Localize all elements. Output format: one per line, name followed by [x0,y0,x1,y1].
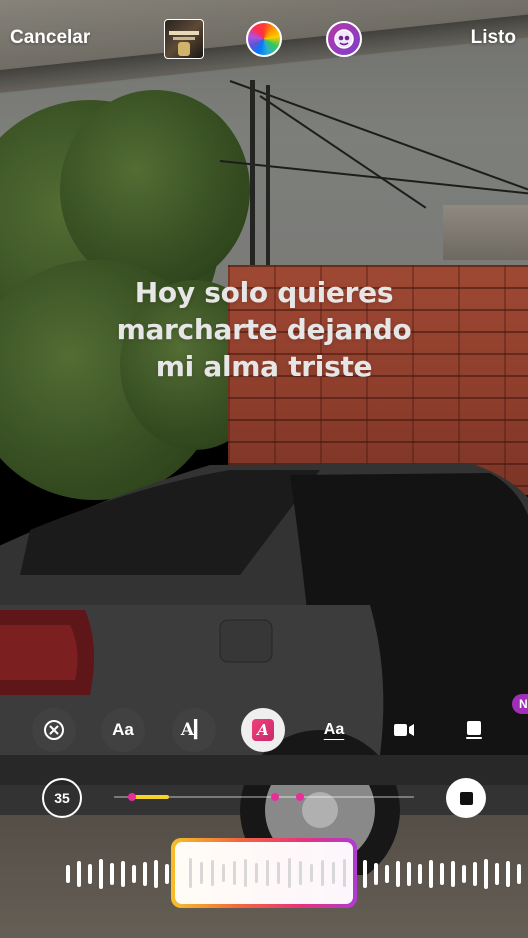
lyrics-style-toolbar: Aa A▎ A Aa [0,708,528,754]
waveform-bar [484,859,488,889]
waveform-bar [255,863,258,883]
waveform-bar [332,862,335,884]
waveform-bar [88,864,92,884]
waveform-bar [374,863,378,885]
waveform-bar [154,860,158,888]
waveform-bar [451,861,455,887]
waveform-bar [132,865,136,883]
style-video-button[interactable] [382,708,426,752]
clip-selector[interactable] [171,838,357,908]
waveform-bar [200,862,203,884]
face-sticker-icon[interactable] [326,21,362,57]
waveform-bar [310,864,313,882]
waveform-bar [418,864,422,884]
video-card-icon [394,724,414,736]
cancel-button[interactable]: Cancelar [10,27,90,49]
text-style-icon: Aa [112,720,134,739]
style-active-button[interactable]: A [241,708,285,752]
waveform-bar [288,858,291,888]
waveform-bar [165,864,169,884]
waveform-bar [429,860,433,888]
waveform-bar [211,860,214,886]
style-ai-button[interactable]: A▎ [172,708,216,752]
clip-selector-window [175,842,353,904]
style-aa-small-button[interactable]: Aa [101,708,145,752]
waveform-bar [299,861,302,885]
waveform-bar [189,858,192,888]
waveform-bar [66,865,70,883]
segment-marker[interactable] [271,793,279,801]
waveform-bar [222,864,225,882]
waveform-bar [121,861,125,887]
waveform-bar [77,861,81,887]
album-cover-icon[interactable] [164,19,204,59]
waveform-bar [143,862,147,886]
lyrics-overlay[interactable]: Hoy solo quieres marcharte dejando mi al… [0,274,528,385]
waveform-bar [277,862,280,884]
style-card-button[interactable] [452,708,496,752]
waveform-bar [440,863,444,885]
card-icon [466,721,482,739]
waveform-bar [473,862,477,886]
waveform-bar [110,863,114,885]
stop-icon [459,791,473,805]
waveform-bar [385,865,389,883]
typewriter-icon: A▎ [180,720,208,740]
waveform-bar [343,859,346,887]
selected-segment[interactable] [132,795,169,799]
edge-tag[interactable]: N [512,694,528,714]
waveform-bar [266,860,269,886]
remove-style-button[interactable] [32,708,76,752]
lyric-line: Hoy solo quieres [134,276,394,309]
style-underline-button[interactable]: Aa [312,708,356,752]
done-button[interactable]: Listo [471,27,516,49]
waveform-bar [462,865,466,883]
color-wheel-icon[interactable] [246,21,282,57]
lyric-line: marcharte dejando [116,313,412,346]
waveform-bar [244,859,247,887]
waveform-bar [321,860,324,886]
segment-marker[interactable] [128,793,136,801]
segment-marker[interactable] [296,793,304,801]
waveform-bar [396,861,400,887]
close-circle-icon [44,720,64,740]
waveform-bar [233,861,236,885]
waveform-bar [363,860,367,888]
underline-text-icon: Aa [323,721,345,738]
waveform-bar [407,862,411,886]
stop-button[interactable] [446,778,486,818]
waveform-bar [506,861,510,887]
duration-button[interactable]: 35 [42,778,82,818]
top-bar: Cancelar Listo [0,0,528,80]
waveform-bar [99,859,103,889]
waveform-bar [495,863,499,885]
lyric-line: mi alma triste [155,350,373,383]
waveform-bar [517,864,521,884]
italic-a-icon: A [252,719,274,741]
